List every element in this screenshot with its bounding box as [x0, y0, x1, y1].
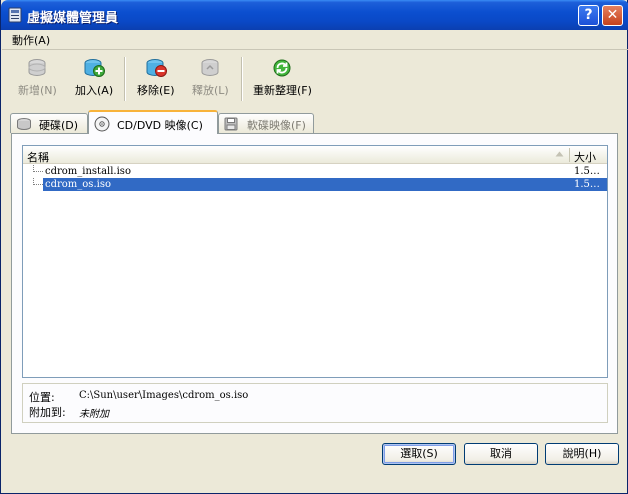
- add-disk-icon: [84, 59, 106, 77]
- list-item-size: 1.5…: [574, 179, 600, 190]
- refresh-button[interactable]: 重新整理(F): [253, 57, 312, 98]
- cd-dvd-icon: [94, 116, 110, 132]
- add-button[interactable]: 加入(A): [75, 57, 113, 98]
- sort-ascending-icon: [555, 151, 564, 157]
- image-list[interactable]: 名稱 大小 cdrom_install.iso 1.5… cdrom_os.is…: [22, 145, 608, 378]
- attached-to-label: 附加到:: [29, 406, 66, 419]
- list-item[interactable]: cdrom_install.iso 1.5…: [23, 165, 607, 178]
- help-button[interactable]: 說明(H): [545, 443, 619, 465]
- new-disk-icon: [28, 59, 46, 76]
- help-title-button[interactable]: ?: [578, 5, 599, 26]
- list-header: 名稱 大小: [23, 146, 607, 164]
- remove-button[interactable]: 移除(E): [137, 57, 175, 98]
- tab-cd-dvd-images[interactable]: CD/DVD 映像(C): [88, 110, 218, 134]
- location-value: C:\Sun\user\Images\cdrom_os.iso: [79, 390, 249, 401]
- new-button-label: 新增(N): [18, 84, 57, 97]
- menu-bar: 動作(A): [2, 30, 628, 50]
- close-window-button[interactable]: ✕: [602, 5, 623, 26]
- attached-to-value: 未附加: [79, 409, 109, 420]
- tab-floppy-images[interactable]: 軟碟映像(F): [218, 113, 314, 133]
- column-divider[interactable]: [569, 148, 570, 162]
- menu-action[interactable]: 動作(A): [12, 32, 50, 48]
- tree-connector: [33, 184, 43, 185]
- details-box: 位置: C:\Sun\user\Images\cdrom_os.iso 附加到:…: [22, 383, 608, 423]
- toolbar-separator: [241, 57, 243, 101]
- list-item-size: 1.5…: [574, 166, 600, 177]
- tab-panel: 名稱 大小 cdrom_install.iso 1.5… cdrom_os.is…: [11, 133, 618, 434]
- tree-connector: [33, 171, 43, 172]
- select-button[interactable]: 選取(S): [382, 443, 456, 465]
- title-bar[interactable]: 虛擬媒體管理員 ? ✕: [1, 0, 628, 30]
- virtual-media-manager-window: 虛擬媒體管理員 ? ✕ 動作(A) 新增(N) 加入(A) 移除(E) 釋放(L…: [0, 0, 628, 494]
- new-button[interactable]: 新增(N): [18, 57, 57, 98]
- toolbar: 新增(N) 加入(A) 移除(E) 釋放(L) 重新整理(F): [2, 51, 628, 109]
- refresh-button-label: 重新整理(F): [253, 84, 312, 97]
- list-item-name: cdrom_install.iso: [45, 166, 131, 177]
- column-header-size[interactable]: 大小: [574, 149, 596, 165]
- tab-hard-disks-label: 硬碟(D): [39, 119, 79, 132]
- release-disk-icon: [201, 59, 219, 76]
- selection-highlight: [43, 178, 607, 191]
- remove-disk-icon: [146, 59, 167, 77]
- cancel-button[interactable]: 取消: [464, 443, 538, 465]
- remove-button-label: 移除(E): [137, 84, 175, 97]
- hard-disk-icon: [17, 118, 31, 130]
- toolbar-separator: [124, 57, 126, 101]
- tab-floppy-label: 軟碟映像(F): [247, 119, 306, 132]
- release-button[interactable]: 釋放(L): [192, 57, 229, 98]
- add-button-label: 加入(A): [75, 84, 114, 97]
- floppy-disk-icon: [224, 117, 238, 131]
- virtualbox-app-icon: [8, 7, 22, 23]
- list-item-name: cdrom_os.iso: [43, 178, 113, 191]
- tab-hard-disks[interactable]: 硬碟(D): [10, 113, 88, 133]
- location-label: 位置:: [29, 391, 55, 404]
- tab-bar: 硬碟(D) CD/DVD 映像(C) 軟碟映像(F): [10, 110, 618, 134]
- window-title: 虛擬媒體管理員: [27, 11, 119, 26]
- tab-cd-dvd-label: CD/DVD 映像(C): [117, 119, 203, 132]
- release-button-label: 釋放(L): [192, 84, 229, 97]
- refresh-icon: [273, 59, 291, 77]
- list-item-selected[interactable]: cdrom_os.iso 1.5…: [23, 178, 607, 191]
- column-header-name[interactable]: 名稱: [27, 149, 49, 165]
